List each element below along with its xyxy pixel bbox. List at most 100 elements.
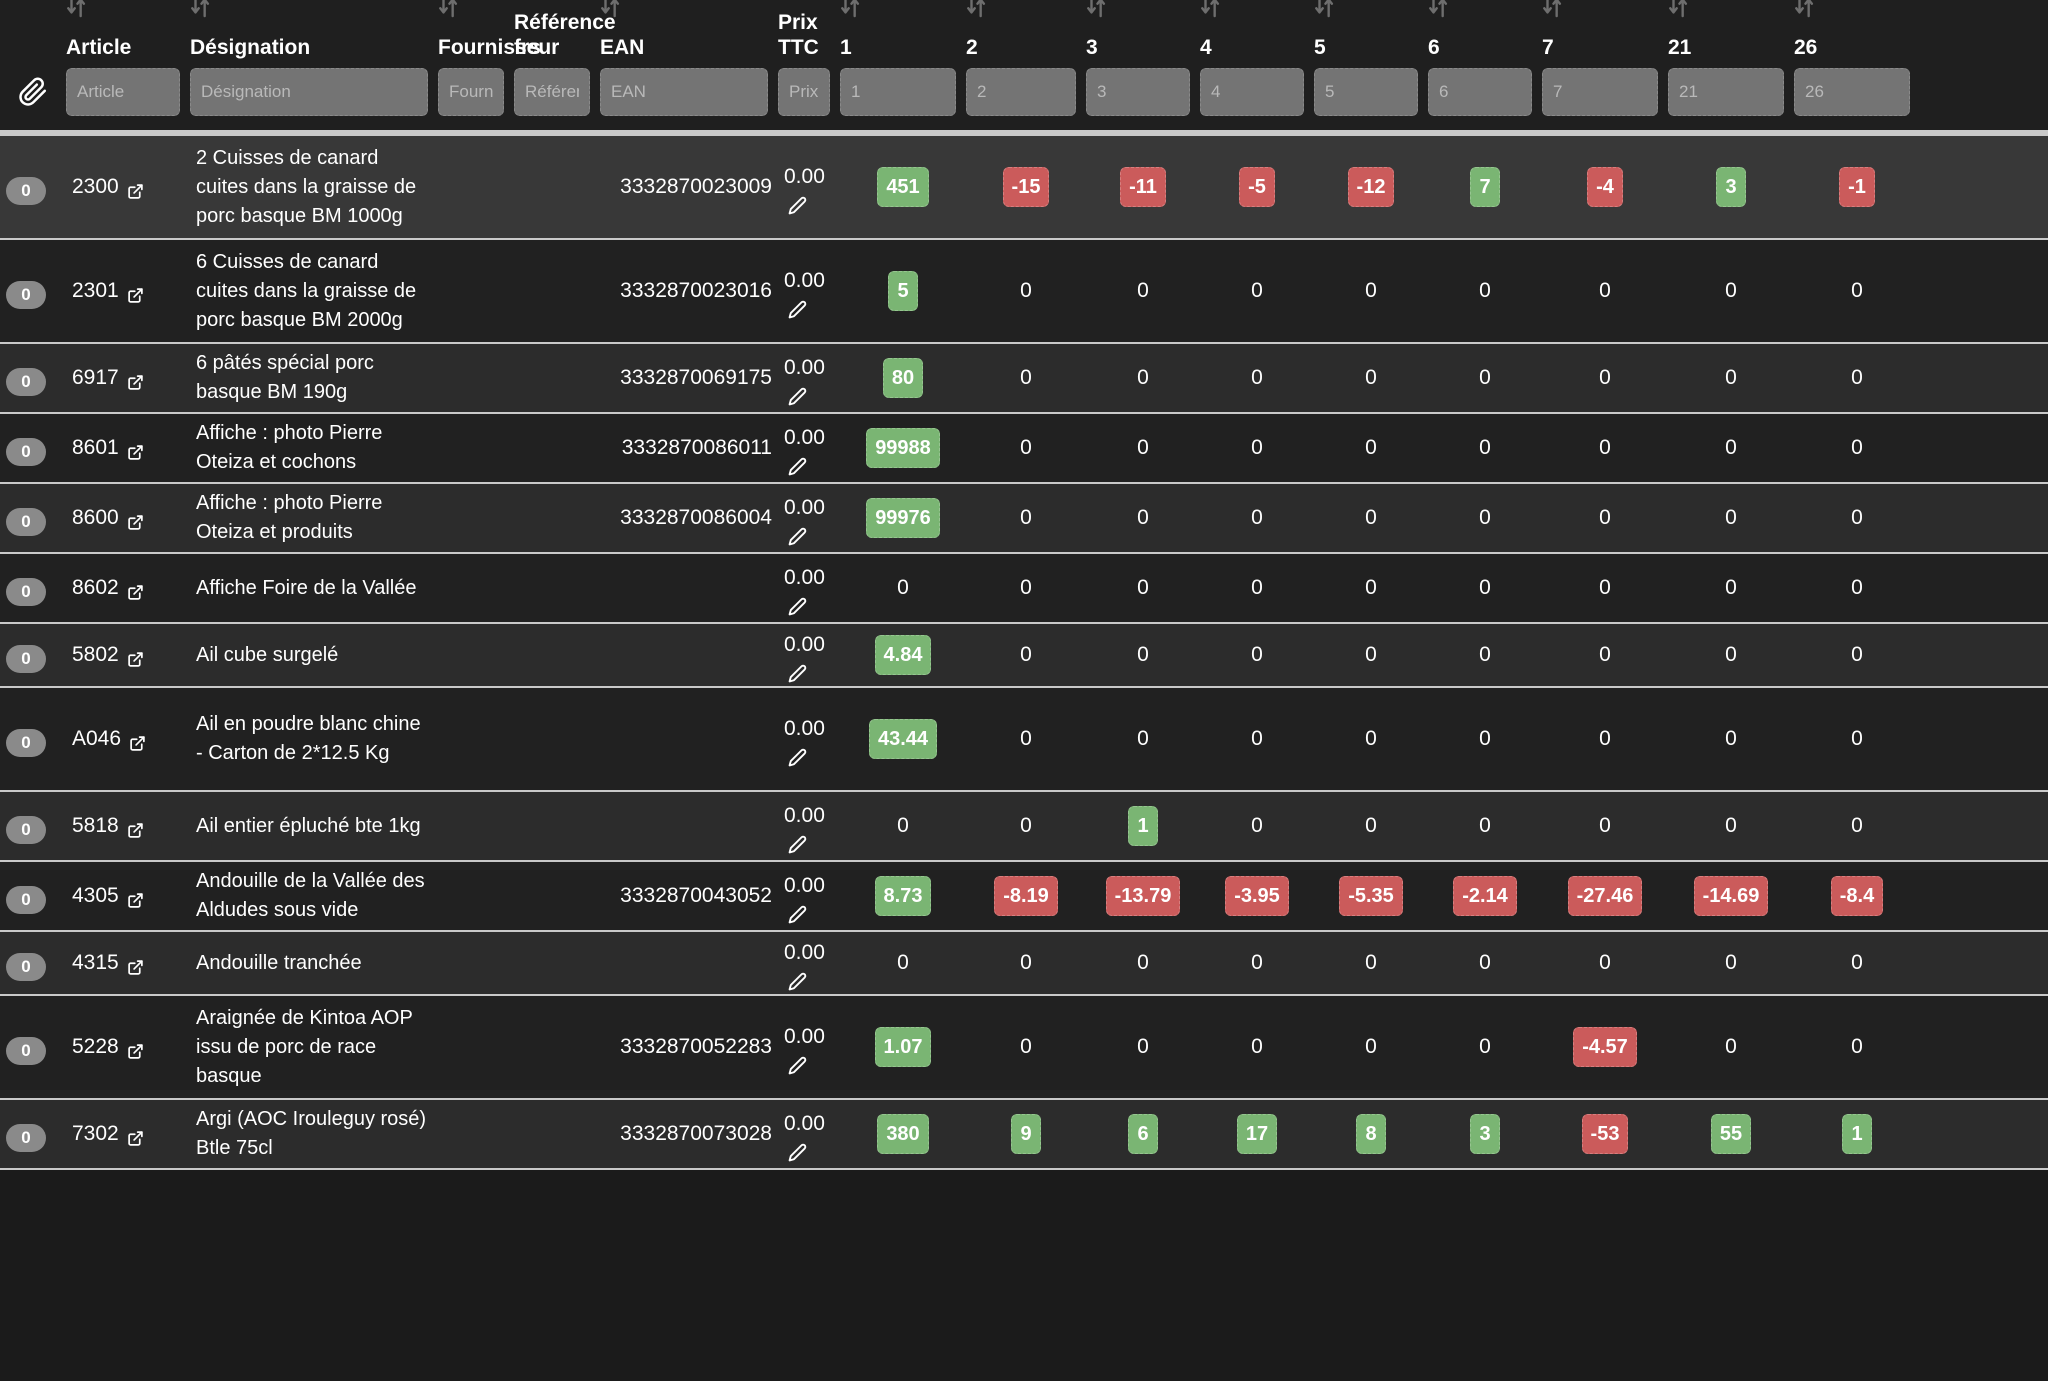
cell-stock-5[interactable]: 0 (1314, 811, 1428, 841)
sort-updown-icon[interactable] (1542, 0, 1564, 19)
cell-stock-26[interactable]: 0 (1794, 948, 1920, 978)
cell-stock-4[interactable]: 17 (1200, 1114, 1314, 1154)
pencil-edit-icon[interactable] (788, 525, 807, 545)
cell-stock-2[interactable]: 0 (966, 363, 1086, 393)
cell-stock-21[interactable]: 0 (1668, 433, 1794, 463)
cell-stock-6[interactable]: 0 (1428, 433, 1542, 463)
cell-stock-26[interactable]: -8.4 (1794, 876, 1920, 916)
sort-updown-icon[interactable] (1314, 0, 1336, 19)
column-header-c21[interactable]: 21 (1668, 0, 1794, 62)
cell-prix-ttc[interactable]: 0.00 (778, 423, 840, 475)
row-attachment-count[interactable]: 0 (0, 1029, 66, 1065)
cell-prix-ttc[interactable]: 0.00 (778, 714, 840, 766)
cell-stock-2[interactable]: 0 (966, 276, 1086, 306)
cell-stock-5[interactable]: 0 (1314, 573, 1428, 603)
column-header-article[interactable]: Article (66, 0, 190, 62)
cell-stock-21[interactable]: 0 (1668, 811, 1794, 841)
external-link-icon[interactable] (127, 955, 144, 975)
cell-stock-7[interactable]: 0 (1542, 573, 1668, 603)
external-link-icon[interactable] (129, 731, 146, 751)
cell-stock-2[interactable]: -15 (966, 167, 1086, 207)
pencil-edit-icon[interactable] (788, 298, 807, 318)
cell-stock-3[interactable]: -11 (1086, 167, 1200, 207)
column-header-c26[interactable]: 26 (1794, 0, 1920, 62)
row-attachment-count[interactable]: 0 (0, 169, 66, 205)
row-attachment-count[interactable]: 0 (0, 945, 66, 981)
external-link-icon[interactable] (127, 440, 144, 460)
filter-input-c3[interactable] (1086, 68, 1190, 116)
cell-stock-21[interactable]: 0 (1668, 1032, 1794, 1062)
sort-updown-icon[interactable] (190, 0, 212, 19)
cell-stock-21[interactable]: 3 (1668, 167, 1794, 207)
filter-input-c2[interactable] (966, 68, 1076, 116)
cell-stock-21[interactable]: 0 (1668, 640, 1794, 670)
filter-input-designation[interactable] (190, 68, 428, 116)
cell-stock-1[interactable]: 4.84 (840, 635, 966, 675)
cell-stock-1[interactable]: 0 (840, 573, 966, 603)
sort-updown-icon[interactable] (66, 0, 88, 19)
external-link-icon[interactable] (127, 179, 144, 199)
cell-stock-26[interactable]: 0 (1794, 724, 1920, 754)
filter-input-c4[interactable] (1200, 68, 1304, 116)
cell-stock-2[interactable]: -8.19 (966, 876, 1086, 916)
cell-stock-6[interactable]: 0 (1428, 573, 1542, 603)
pencil-edit-icon[interactable] (788, 194, 807, 214)
cell-stock-21[interactable]: 0 (1668, 276, 1794, 306)
filter-input-ean[interactable] (600, 68, 768, 116)
cell-stock-4[interactable]: 0 (1200, 724, 1314, 754)
cell-stock-3[interactable]: 0 (1086, 1032, 1200, 1062)
cell-stock-1[interactable]: 1.07 (840, 1027, 966, 1067)
cell-prix-ttc[interactable]: 0.00 (778, 266, 840, 318)
row-attachment-count[interactable]: 0 (0, 878, 66, 914)
filter-input-reference[interactable] (514, 68, 590, 116)
filter-input-c7[interactable] (1542, 68, 1658, 116)
cell-stock-4[interactable]: 0 (1200, 276, 1314, 306)
sort-updown-icon[interactable] (1794, 0, 1816, 19)
cell-stock-1[interactable]: 8.73 (840, 876, 966, 916)
cell-stock-4[interactable]: 0 (1200, 363, 1314, 393)
cell-stock-21[interactable]: 0 (1668, 948, 1794, 978)
sort-updown-icon[interactable] (600, 0, 622, 19)
cell-stock-21[interactable]: 0 (1668, 363, 1794, 393)
column-header-c6[interactable]: 6 (1428, 0, 1542, 62)
cell-stock-4[interactable]: 0 (1200, 1032, 1314, 1062)
cell-prix-ttc[interactable]: 0.00 (778, 563, 840, 615)
table-row[interactable]: 0 A046 Ail en poudre blanc chine - Carton … (0, 688, 2048, 792)
sort-updown-icon[interactable] (840, 0, 862, 19)
pencil-edit-icon[interactable] (788, 746, 807, 766)
external-link-icon[interactable] (127, 370, 144, 390)
column-header-c2[interactable]: 2 (966, 0, 1086, 62)
cell-stock-7[interactable]: 0 (1542, 503, 1668, 533)
pencil-edit-icon[interactable] (788, 385, 807, 405)
cell-stock-26[interactable]: 0 (1794, 811, 1920, 841)
row-attachment-count[interactable]: 0 (0, 808, 66, 844)
cell-stock-1[interactable]: 43.44 (840, 719, 966, 759)
cell-stock-5[interactable]: 0 (1314, 433, 1428, 463)
table-row[interactable]: 0 5228 Araignée de Kintoa AOP issu de porc… (0, 996, 2048, 1100)
cell-stock-5[interactable]: 0 (1314, 724, 1428, 754)
cell-stock-6[interactable]: 3 (1428, 1114, 1542, 1154)
cell-stock-21[interactable]: 55 (1668, 1114, 1794, 1154)
cell-stock-4[interactable]: 0 (1200, 640, 1314, 670)
cell-stock-3[interactable]: 0 (1086, 433, 1200, 463)
external-link-icon[interactable] (127, 818, 144, 838)
pencil-edit-icon[interactable] (788, 833, 807, 853)
cell-stock-7[interactable]: 0 (1542, 433, 1668, 463)
cell-stock-3[interactable]: 0 (1086, 363, 1200, 393)
sort-updown-icon[interactable] (1086, 0, 1108, 19)
external-link-icon[interactable] (127, 888, 144, 908)
cell-stock-5[interactable]: 0 (1314, 363, 1428, 393)
column-header-c5[interactable]: 5 (1314, 0, 1428, 62)
cell-prix-ttc[interactable]: 0.00 (778, 1109, 840, 1161)
cell-stock-7[interactable]: 0 (1542, 811, 1668, 841)
cell-stock-6[interactable]: 0 (1428, 811, 1542, 841)
cell-stock-7[interactable]: -53 (1542, 1114, 1668, 1154)
cell-stock-1[interactable]: 5 (840, 271, 966, 311)
cell-stock-2[interactable]: 0 (966, 724, 1086, 754)
cell-stock-3[interactable]: 0 (1086, 573, 1200, 603)
cell-stock-7[interactable]: -4.57 (1542, 1027, 1668, 1067)
cell-stock-4[interactable]: 0 (1200, 811, 1314, 841)
row-attachment-count[interactable]: 0 (0, 430, 66, 466)
table-row[interactable]: 0 4305 Andouille de la Vallée des Aldudes … (0, 862, 2048, 932)
pencil-edit-icon[interactable] (788, 970, 807, 990)
